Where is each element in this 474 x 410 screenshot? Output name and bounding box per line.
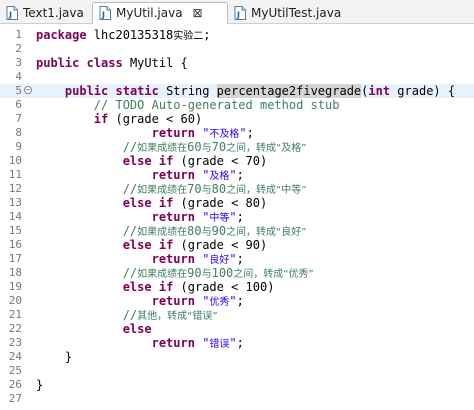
java-file-icon: J bbox=[6, 6, 18, 20]
code-line[interactable]: 4 bbox=[0, 70, 474, 84]
code-line[interactable]: 10 else if (grade < 70) bbox=[0, 154, 474, 168]
line-number: 14 bbox=[8, 210, 22, 223]
code-line[interactable]: 21 //其他，转成“错误” bbox=[0, 308, 474, 322]
line-number: 1 bbox=[15, 28, 22, 41]
code-line[interactable]: 17 return "良好"; bbox=[0, 252, 474, 266]
code-editor[interactable]: 1 package lhc20135318实验二; 2 3 public class M… bbox=[0, 24, 474, 410]
line-number: 5 bbox=[15, 84, 22, 97]
line-number: 11 bbox=[8, 168, 22, 181]
close-icon[interactable]: ⊠ bbox=[192, 6, 204, 20]
line-number: 20 bbox=[8, 294, 22, 307]
line-number: 3 bbox=[15, 56, 22, 69]
code-line[interactable]: 11 return "及格"; bbox=[0, 168, 474, 182]
line-number: 2 bbox=[15, 42, 22, 55]
line-number: 10 bbox=[8, 154, 22, 167]
code-text: // TODO Auto-generated method stub bbox=[93, 98, 340, 112]
code-text: else if (grade < 70) bbox=[122, 154, 268, 168]
line-number: 25 bbox=[8, 364, 22, 377]
editor-tab-bar: J Text1.java J MyUtil.java ⊠ J MyUtilTes… bbox=[0, 0, 474, 24]
code-line[interactable]: 12 //如果成绩在70与80之间，转成“中等” bbox=[0, 182, 474, 196]
code-text: else if (grade < 80) bbox=[122, 196, 268, 210]
code-line[interactable]: 23 return "错误"; bbox=[0, 336, 474, 350]
code-line[interactable]: 3 public class MyUtil { bbox=[0, 56, 474, 70]
line-number: 19 bbox=[8, 280, 22, 293]
line-number: 4 bbox=[15, 70, 22, 83]
code-line[interactable]: 25 bbox=[0, 364, 474, 378]
line-number: 27 bbox=[8, 392, 22, 405]
svg-text:J: J bbox=[236, 11, 240, 20]
tab-label: Text1.java bbox=[23, 6, 84, 20]
tab-label: MyUtilTest.java bbox=[251, 6, 342, 20]
line-number: 17 bbox=[8, 252, 22, 265]
tab-label: MyUtil.java bbox=[116, 6, 183, 20]
fold-collapse-icon[interactable]: − bbox=[24, 86, 32, 94]
tab-myutiltest-java[interactable]: J MyUtilTest.java bbox=[228, 2, 352, 24]
code-line[interactable]: 6 // TODO Auto-generated method stub bbox=[0, 98, 474, 112]
code-line[interactable]: 13 else if (grade < 80) bbox=[0, 196, 474, 210]
line-number: 8 bbox=[15, 126, 22, 139]
code-line[interactable]: 14 return "中等"; bbox=[0, 210, 474, 224]
svg-text:J: J bbox=[101, 11, 105, 20]
code-line[interactable]: 2 bbox=[0, 42, 474, 56]
code-line[interactable]: 27 bbox=[0, 392, 474, 406]
code-line[interactable]: 22 else bbox=[0, 322, 474, 336]
code-line[interactable]: 8 return "不及格"; bbox=[0, 126, 474, 140]
line-number: 12 bbox=[8, 182, 22, 195]
line-number: 24 bbox=[8, 350, 22, 363]
line-number: 18 bbox=[8, 266, 22, 279]
code-line[interactable]: 1 package lhc20135318实验二; bbox=[0, 28, 474, 42]
code-text: } bbox=[36, 378, 44, 392]
code-line[interactable]: 15 //如果成绩在80与90之间，转成“良好” bbox=[0, 224, 474, 238]
code-line[interactable]: 20 return "优秀"; bbox=[0, 294, 474, 308]
code-line[interactable]: 7 if (grade < 60) bbox=[0, 112, 474, 126]
code-text: else if (grade < 90) bbox=[122, 238, 268, 252]
java-file-icon: J bbox=[234, 6, 246, 20]
code-text: else bbox=[122, 322, 152, 336]
line-number: 16 bbox=[8, 238, 22, 251]
code-text: public class MyUtil { bbox=[36, 56, 188, 70]
code-text: if (grade < 60) bbox=[93, 112, 203, 126]
line-number: 9 bbox=[15, 140, 22, 153]
code-line[interactable]: 26} bbox=[0, 378, 474, 392]
line-number: 15 bbox=[8, 224, 22, 237]
tab-text1-java[interactable]: J Text1.java bbox=[0, 2, 92, 24]
line-number: 6 bbox=[15, 98, 22, 111]
code-line[interactable]: 24 } bbox=[0, 350, 474, 364]
line-number: 7 bbox=[15, 112, 22, 125]
code-line[interactable]: 19 else if (grade < 100) bbox=[0, 280, 474, 294]
code-text: } bbox=[36, 350, 73, 364]
line-number: 21 bbox=[8, 308, 22, 321]
code-text: else if (grade < 100) bbox=[122, 280, 275, 294]
code-text: public static String percentage2fivegrad… bbox=[64, 84, 456, 98]
svg-text:J: J bbox=[8, 11, 12, 20]
code-line[interactable]: 18 //如果成绩在90与100之间，转成“优秀” bbox=[0, 266, 474, 280]
java-file-icon: J bbox=[99, 6, 111, 20]
line-number: 22 bbox=[8, 322, 22, 335]
line-number: 23 bbox=[8, 336, 22, 349]
code-line[interactable]: 16 else if (grade < 90) bbox=[0, 238, 474, 252]
tab-myutil-java[interactable]: J MyUtil.java ⊠ bbox=[92, 2, 228, 24]
line-number: 13 bbox=[8, 196, 22, 209]
code-line[interactable]: 9 //如果成绩在60与70之间，转成“及格” bbox=[0, 140, 474, 154]
code-line[interactable]: 5− public static String percentage2fiveg… bbox=[0, 84, 474, 98]
line-number: 26 bbox=[8, 378, 22, 391]
